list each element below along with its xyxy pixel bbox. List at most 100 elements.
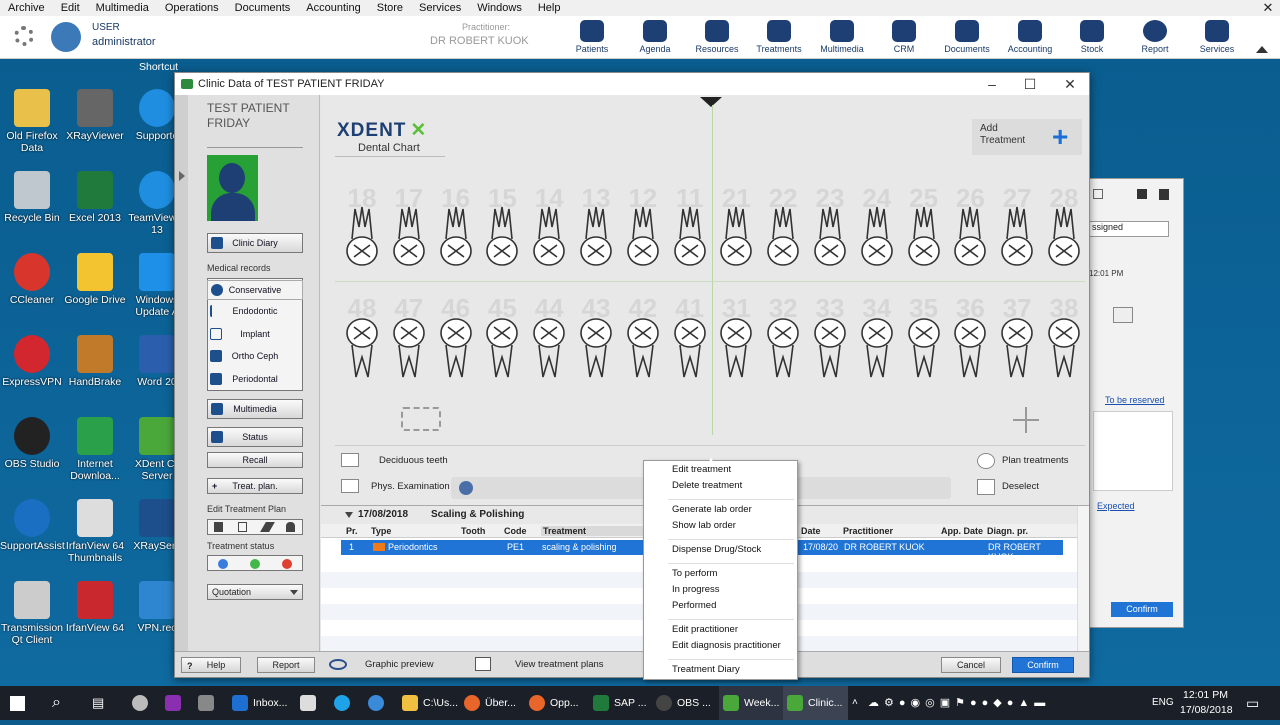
clock-time[interactable]: 12:01 PM bbox=[1183, 689, 1228, 701]
user-plan-icon[interactable] bbox=[286, 522, 295, 532]
tooth-25[interactable] bbox=[907, 205, 941, 269]
tray-chevron-icon[interactable]: ˄ bbox=[852, 686, 858, 720]
menu-item-show-lab-order[interactable]: Show lab order bbox=[672, 520, 736, 531]
tooth-32[interactable] bbox=[766, 315, 800, 379]
record-implant[interactable]: Implant bbox=[207, 325, 303, 345]
tooth-21[interactable] bbox=[719, 205, 753, 269]
tooth-28[interactable] bbox=[1047, 205, 1081, 269]
toolbar-report[interactable]: Report bbox=[1125, 20, 1185, 54]
tooth-14[interactable] bbox=[532, 205, 566, 269]
settings-icon[interactable] bbox=[14, 26, 34, 46]
menu-archive[interactable]: Archive bbox=[0, 2, 53, 14]
toolbar-resources[interactable]: Resources bbox=[687, 20, 747, 54]
menu-store[interactable]: Store bbox=[369, 2, 411, 14]
tooth-46[interactable] bbox=[439, 315, 473, 379]
tooth-15[interactable] bbox=[485, 205, 519, 269]
plan-treatments-icon[interactable] bbox=[977, 453, 995, 469]
menu-help[interactable]: Help bbox=[530, 2, 569, 14]
tooth-33[interactable] bbox=[813, 315, 847, 379]
quotation-select[interactable]: Quotation bbox=[207, 584, 303, 600]
slider-handle-icon[interactable] bbox=[459, 481, 473, 495]
tooth-41[interactable] bbox=[673, 315, 707, 379]
status-in-progress-icon[interactable] bbox=[250, 559, 260, 569]
menu-windows[interactable]: Windows bbox=[469, 2, 530, 14]
tooth-48[interactable] bbox=[345, 315, 379, 379]
report-button[interactable]: Report bbox=[257, 657, 315, 673]
status-performed-icon[interactable] bbox=[282, 559, 292, 569]
taskbar-pin-skype[interactable] bbox=[334, 686, 355, 720]
expand-arrow-icon[interactable] bbox=[179, 171, 185, 181]
tooth-13[interactable] bbox=[579, 205, 613, 269]
task-view-icon[interactable]: ▤ bbox=[92, 686, 104, 720]
taskbar-pin-settings[interactable] bbox=[132, 686, 153, 720]
tooth-47[interactable] bbox=[392, 315, 426, 379]
collapse-strip[interactable] bbox=[175, 95, 188, 677]
trash-icon[interactable] bbox=[1159, 189, 1169, 200]
copy-icon[interactable] bbox=[1137, 189, 1147, 199]
graphic-preview-label[interactable]: Graphic preview bbox=[365, 659, 434, 670]
desktop-icon-old-firefox[interactable]: Old Firefox Data bbox=[0, 89, 64, 154]
clinic-diary-button[interactable]: Clinic Diary bbox=[207, 233, 303, 253]
taskbar-sap[interactable]: SAP ... bbox=[593, 686, 647, 720]
menu-item-edit-practitioner[interactable]: Edit practitioner bbox=[672, 624, 738, 635]
delete-plan-icon[interactable] bbox=[214, 522, 223, 532]
tooth-44[interactable] bbox=[532, 315, 566, 379]
tooth-17[interactable] bbox=[392, 205, 426, 269]
close-button[interactable]: ✕ bbox=[1051, 73, 1089, 95]
col-pr[interactable]: Pr. bbox=[346, 526, 358, 536]
user-name[interactable]: administrator bbox=[92, 36, 156, 48]
notification-icon[interactable]: ▭ bbox=[1246, 686, 1259, 720]
menu-item-in-progress[interactable]: In progress bbox=[672, 584, 720, 595]
taskbar-obs[interactable]: OBS ... bbox=[656, 686, 711, 720]
crosshair-icon[interactable] bbox=[1013, 407, 1039, 433]
taskbar-firefox-1[interactable]: Über... bbox=[464, 686, 516, 720]
notes-area[interactable] bbox=[1093, 411, 1173, 491]
tooth-36[interactable] bbox=[953, 315, 987, 379]
menu-accounting[interactable]: Accounting bbox=[298, 2, 368, 14]
menu-multimedia[interactable]: Multimedia bbox=[88, 2, 157, 14]
taskbar-firefox-2[interactable]: Opp... bbox=[529, 686, 579, 720]
tooth-18[interactable] bbox=[345, 205, 379, 269]
menu-item-delete-treatment[interactable]: Delete treatment bbox=[672, 480, 742, 491]
tooth-26[interactable] bbox=[953, 205, 987, 269]
view-treatment-plans-label[interactable]: View treatment plans bbox=[515, 659, 604, 670]
menu-item-dispense-drug[interactable]: Dispense Drug/Stock bbox=[672, 544, 761, 555]
link-icon[interactable] bbox=[1093, 189, 1103, 199]
desktop-icon-excel[interactable]: Excel 2013 bbox=[63, 171, 127, 224]
record-periodontal[interactable]: Periodontal bbox=[207, 370, 303, 390]
menu-item-treatment-diary[interactable]: Treatment Diary bbox=[672, 664, 740, 675]
col-date[interactable]: Date bbox=[801, 526, 821, 536]
recall-button[interactable]: Recall bbox=[207, 452, 303, 468]
desktop-icon-recycle-bin[interactable]: Recycle Bin bbox=[0, 171, 64, 224]
maximize-button[interactable]: ☐ bbox=[1011, 73, 1049, 95]
confirm-button[interactable]: Confirm bbox=[1012, 657, 1074, 673]
phys-exam-label[interactable]: Phys. Examination bbox=[371, 481, 450, 492]
tooth-23[interactable] bbox=[813, 205, 847, 269]
copy-plan-icon[interactable] bbox=[238, 522, 247, 532]
tooth-11[interactable] bbox=[673, 205, 707, 269]
desktop-icon-handbrake[interactable]: HandBrake bbox=[63, 335, 127, 388]
cancel-button[interactable]: Cancel bbox=[941, 657, 1001, 673]
user-icon[interactable] bbox=[1113, 307, 1133, 323]
tooth-16[interactable] bbox=[439, 205, 473, 269]
tooth-43[interactable] bbox=[579, 315, 613, 379]
taskbar-pin-wolf[interactable] bbox=[300, 686, 321, 720]
toolbar-services[interactable]: Services bbox=[1187, 20, 1247, 54]
deselect-icon[interactable] bbox=[977, 479, 995, 495]
tooth-35[interactable] bbox=[907, 315, 941, 379]
tooth-24[interactable] bbox=[860, 205, 894, 269]
tooth-22[interactable] bbox=[766, 205, 800, 269]
menu-services[interactable]: Services bbox=[411, 2, 469, 14]
deciduous-label[interactable]: Deciduous teeth bbox=[379, 455, 448, 466]
toolbar-stock[interactable]: Stock bbox=[1062, 20, 1122, 54]
taskbar-pin-app[interactable] bbox=[198, 686, 219, 720]
desktop-icon-irfanview[interactable]: IrfanView 64 bbox=[63, 581, 127, 634]
taskbar-outlook[interactable]: Inbox... bbox=[232, 686, 287, 720]
practitioner-name[interactable]: DR ROBERT KUOK bbox=[430, 35, 529, 47]
clock-date[interactable]: 17/08/2018 bbox=[1180, 704, 1233, 716]
list-icon[interactable] bbox=[475, 657, 491, 671]
toolbar-multimedia[interactable]: Multimedia bbox=[812, 20, 872, 54]
taskbar-pin-cloud[interactable] bbox=[368, 686, 389, 720]
tooth-27[interactable] bbox=[1000, 205, 1034, 269]
col-app-date[interactable]: App. Date bbox=[941, 526, 983, 536]
